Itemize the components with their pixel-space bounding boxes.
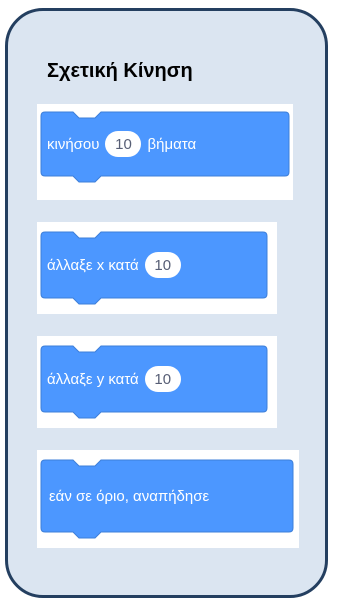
steps-input[interactable]: 10 bbox=[105, 131, 142, 157]
change-y-by-block[interactable]: άλλαξε y κατά 10 bbox=[37, 336, 277, 428]
move-steps-block[interactable]: κινήσου 10 βήματα bbox=[37, 104, 293, 200]
if-on-edge-bounce-block[interactable]: εάν σε όριο, αναπήδησε bbox=[37, 450, 299, 548]
steps-unit-label: βήματα bbox=[147, 135, 197, 153]
change-y-label: άλλαξε y κατά bbox=[47, 370, 139, 388]
block-image-frame: άλλαξε x κατά 10 bbox=[37, 222, 277, 314]
change-x-input[interactable]: 10 bbox=[144, 252, 181, 278]
change-x-label: άλλαξε x κατά bbox=[47, 256, 139, 274]
block-image-frame: άλλαξε y κατά 10 bbox=[37, 336, 277, 428]
change-y-input[interactable]: 10 bbox=[144, 366, 181, 392]
move-steps-label: κινήσου bbox=[47, 135, 100, 153]
block-image-frame: εάν σε όριο, αναπήδησε bbox=[37, 450, 299, 548]
block-image-frame: κινήσου 10 βήματα bbox=[37, 104, 293, 200]
card-title: Σχετική Κίνηση bbox=[47, 60, 193, 82]
change-x-by-block[interactable]: άλλαξε x κατά 10 bbox=[37, 222, 277, 314]
bounce-label: εάν σε όριο, αναπήδησε bbox=[49, 487, 210, 505]
